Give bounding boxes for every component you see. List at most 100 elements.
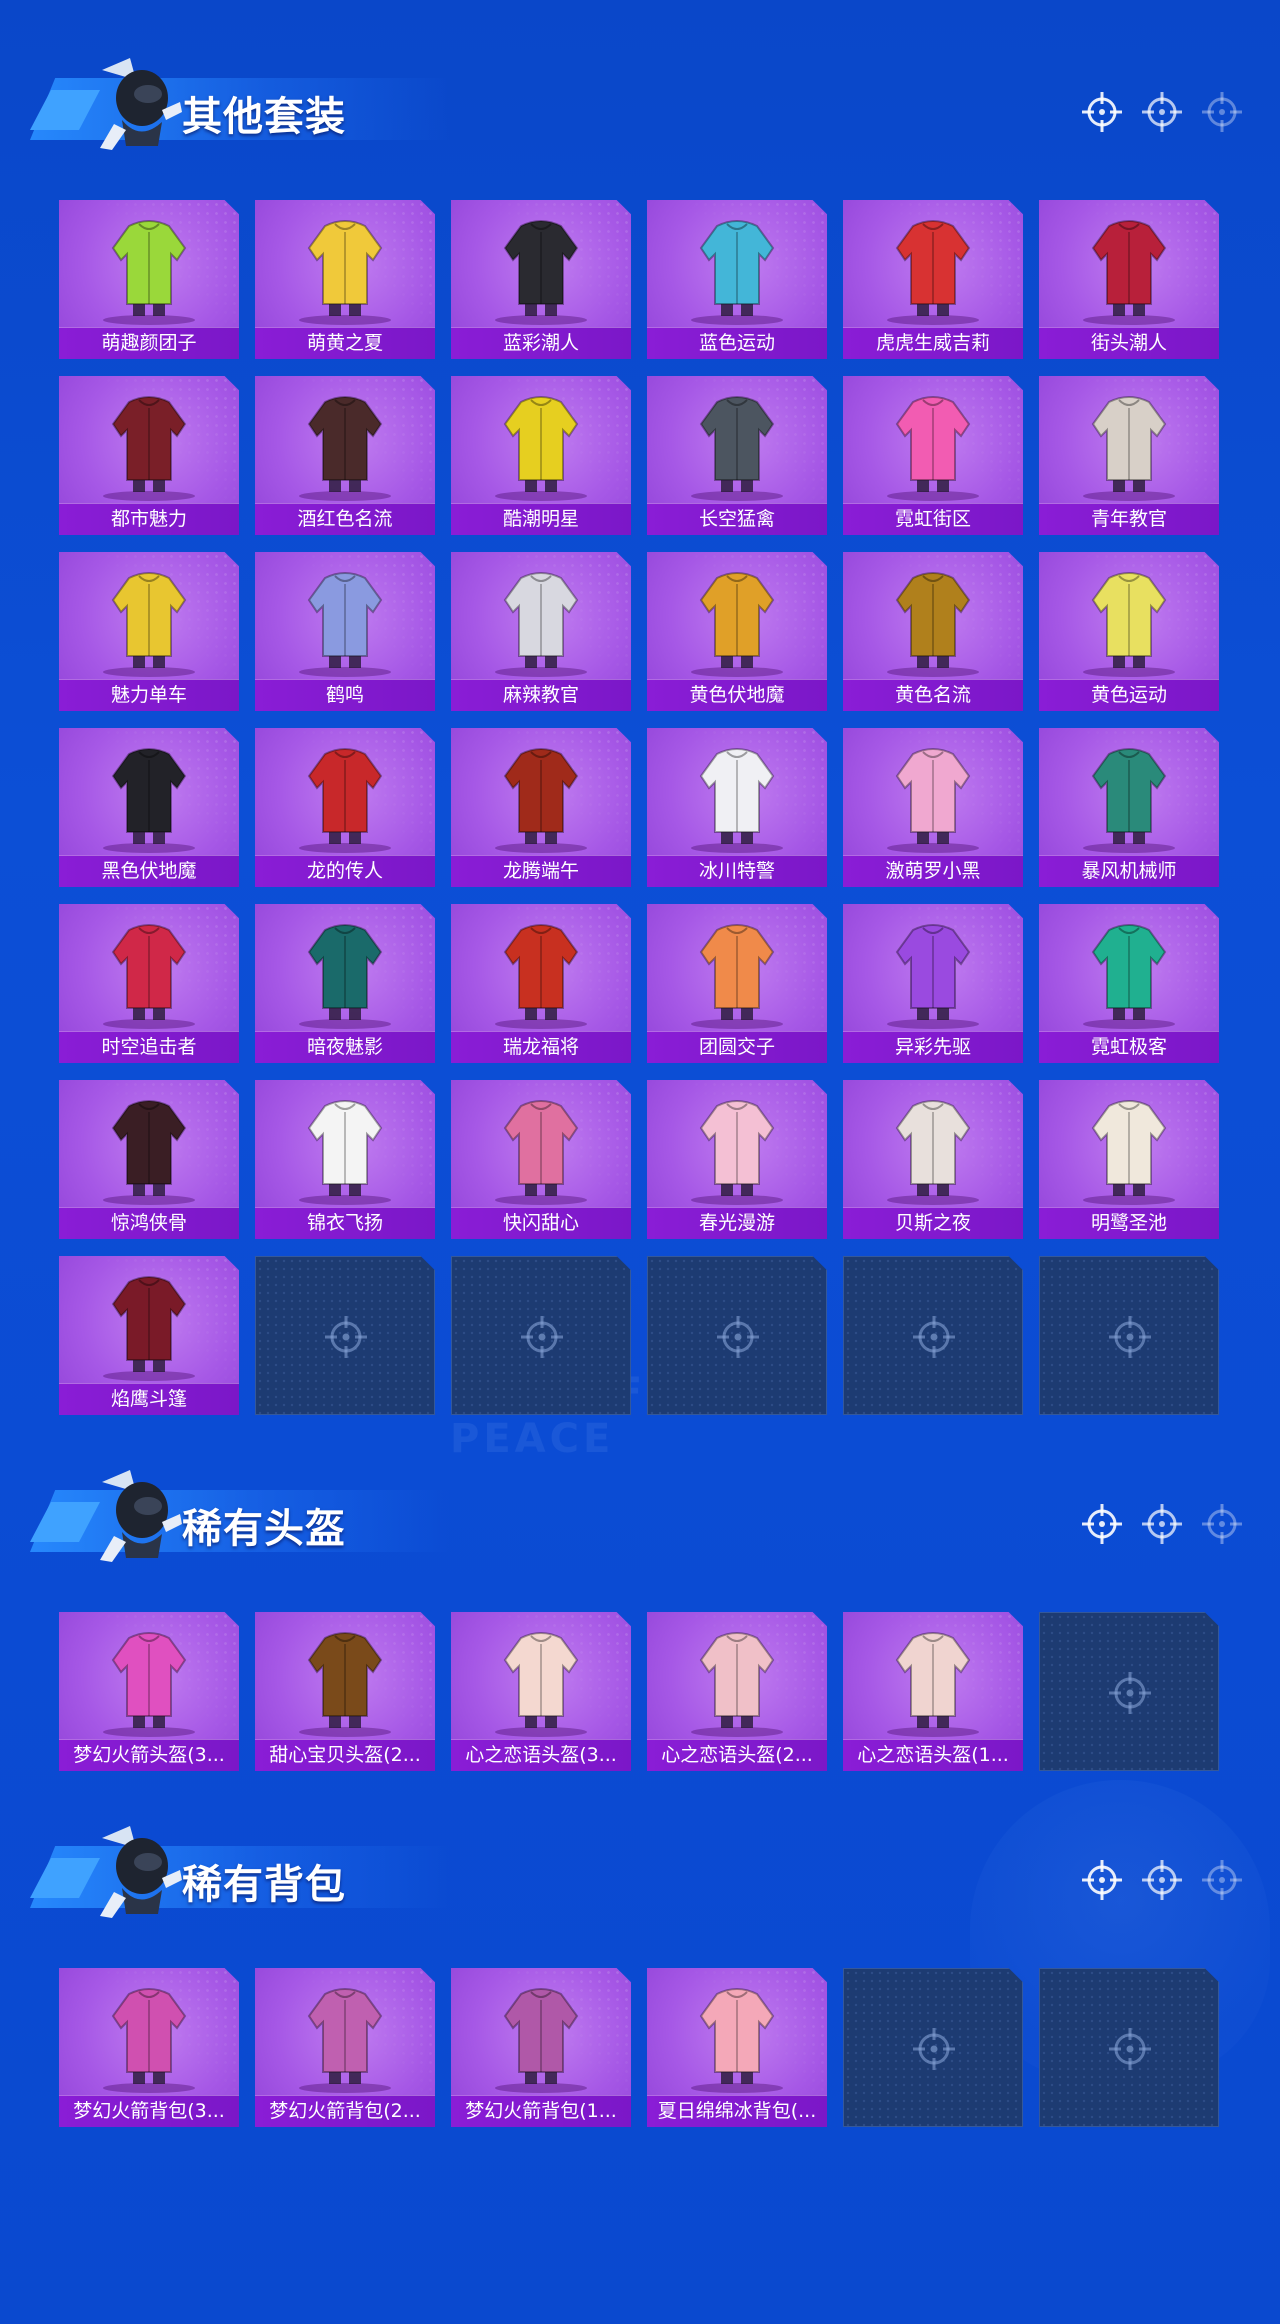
outfit-card[interactable]: 锦衣飞扬 (255, 1080, 435, 1239)
crosshair-icon (1080, 90, 1124, 134)
outfit-item-image (89, 384, 209, 502)
outfit-card[interactable]: 时空追击者 (59, 904, 239, 1063)
outfit-item-image (89, 1264, 209, 1382)
outfit-card[interactable]: 蓝彩潮人 (451, 200, 631, 359)
outfit-name: 贝斯之夜 (894, 1212, 971, 1234)
backpack-item-image (481, 1976, 601, 2094)
helmet-item-image (89, 1620, 209, 1738)
outfit-name: 快闪甜心 (502, 1212, 579, 1234)
helmet-card[interactable]: 心之恋语头盔(1... (843, 1612, 1023, 1771)
mascot-icon (92, 1462, 184, 1568)
outfit-name: 焰鹰斗篷 (110, 1388, 187, 1410)
outfit-card[interactable]: 魅力单车 (59, 552, 239, 711)
outfit-item-image (873, 1088, 993, 1206)
outfit-name: 蓝色运动 (698, 332, 775, 354)
outfit-card[interactable]: 冰川特警 (647, 728, 827, 887)
helmet-name: 梦幻火箭头盔(3... (73, 1744, 225, 1766)
outfit-card[interactable]: 异彩先驱 (843, 904, 1023, 1063)
empty-slot (843, 1968, 1023, 2127)
outfit-card[interactable]: 黄色名流 (843, 552, 1023, 711)
outfit-card[interactable]: 暴风机械师 (1039, 728, 1219, 887)
outfit-card[interactable]: 虎虎生威吉莉 (843, 200, 1023, 359)
outfit-name: 暗夜魅影 (306, 1036, 383, 1058)
outfit-item-image (89, 208, 209, 326)
helmet-card[interactable]: 甜心宝贝头盔(2... (255, 1612, 435, 1771)
outfit-name: 都市魅力 (110, 508, 187, 530)
outfit-item-image (89, 560, 209, 678)
backpack-card[interactable]: 夏日绵绵冰背包(... (647, 1968, 827, 2127)
crosshair-icon (1080, 1502, 1124, 1546)
outfit-item-image (873, 208, 993, 326)
outfit-card[interactable]: 霓虹街区 (843, 376, 1023, 535)
outfit-card[interactable]: 酷潮明星 (451, 376, 631, 535)
section-title: 其他套装 (182, 94, 346, 140)
outfit-card[interactable]: 霓虹极客 (1039, 904, 1219, 1063)
outfit-item-image (481, 560, 601, 678)
outfit-name: 异彩先驱 (894, 1036, 971, 1058)
outfit-name: 街头潮人 (1090, 332, 1167, 354)
outfit-card[interactable]: 春光漫游 (647, 1080, 827, 1239)
outfit-item-image (285, 208, 405, 326)
outfit-card[interactable]: 青年教官 (1039, 376, 1219, 535)
outfit-item-image (285, 384, 405, 502)
helmet-name: 心之恋语头盔(3... (465, 1744, 617, 1766)
outfit-card[interactable]: 酒红色名流 (255, 376, 435, 535)
outfit-card[interactable]: 蓝色运动 (647, 200, 827, 359)
helmet-card[interactable]: 心之恋语头盔(2... (647, 1612, 827, 1771)
outfit-card[interactable]: 麻辣教官 (451, 552, 631, 711)
outfit-item-image (481, 384, 601, 502)
outfit-card[interactable]: 瑞龙福将 (451, 904, 631, 1063)
crosshair-icon (1140, 1858, 1184, 1902)
crosshair-icon (1140, 1502, 1184, 1546)
outfit-card[interactable]: 贝斯之夜 (843, 1080, 1023, 1239)
backpack-card[interactable]: 梦幻火箭背包(3... (59, 1968, 239, 2127)
outfit-card[interactable]: 团圆交子 (647, 904, 827, 1063)
helmet-item-image (481, 1620, 601, 1738)
backpack-card[interactable]: 梦幻火箭背包(1... (451, 1968, 631, 2127)
outfit-card[interactable]: 明鹭圣池 (1039, 1080, 1219, 1239)
outfit-card[interactable]: 龙腾端午 (451, 728, 631, 887)
helmet-card[interactable]: 梦幻火箭头盔(3... (59, 1612, 239, 1771)
outfit-item-image (481, 912, 601, 1030)
outfit-name: 麻辣教官 (502, 684, 579, 706)
outfit-card[interactable]: 黄色伏地魔 (647, 552, 827, 711)
outfit-item-image (89, 736, 209, 854)
outfit-item-image (1069, 208, 1189, 326)
crosshair-placeholder-icon (909, 1312, 959, 1362)
mascot-icon (92, 50, 184, 156)
outfit-name: 虎虎生威吉莉 (875, 332, 990, 354)
empty-slot (255, 1256, 435, 1415)
outfit-card[interactable]: 街头潮人 (1039, 200, 1219, 359)
outfit-card[interactable]: 萌黄之夏 (255, 200, 435, 359)
empty-slot (647, 1256, 827, 1415)
outfit-card[interactable]: 快闪甜心 (451, 1080, 631, 1239)
helmet-name: 心之恋语头盔(1... (857, 1744, 1009, 1766)
empty-slot (1039, 1612, 1219, 1771)
backpack-name: 梦幻火箭背包(1... (465, 2100, 617, 2122)
crosshair-icon (1200, 90, 1244, 134)
crosshair-decoration (1080, 1502, 1270, 1546)
outfit-card[interactable]: 长空猛禽 (647, 376, 827, 535)
outfit-card[interactable]: 黑色伏地魔 (59, 728, 239, 887)
outfit-card[interactable]: 黄色运动 (1039, 552, 1219, 711)
outfit-card[interactable]: 惊鸿侠骨 (59, 1080, 239, 1239)
backpack-item-image (285, 1976, 405, 2094)
outfit-item-image (677, 736, 797, 854)
crosshair-icon (1200, 1858, 1244, 1902)
outfit-item-image (285, 736, 405, 854)
outfit-card[interactable]: 萌趣颜团子 (59, 200, 239, 359)
outfit-card[interactable]: 激萌罗小黑 (843, 728, 1023, 887)
outfit-item-image (677, 384, 797, 502)
outfit-card[interactable]: 龙的传人 (255, 728, 435, 887)
outfit-card[interactable]: 焰鹰斗篷 (59, 1256, 239, 1415)
section-header: 其他套装 (30, 50, 1270, 160)
outfit-name: 瑞龙福将 (502, 1036, 579, 1058)
crosshair-placeholder-icon (713, 1312, 763, 1362)
helmet-card[interactable]: 心之恋语头盔(3... (451, 1612, 631, 1771)
outfit-card[interactable]: 鹤鸣 (255, 552, 435, 711)
outfit-card[interactable]: 都市魅力 (59, 376, 239, 535)
outfit-card[interactable]: 暗夜魅影 (255, 904, 435, 1063)
backpack-card[interactable]: 梦幻火箭背包(2... (255, 1968, 435, 2127)
mascot-icon (92, 1818, 184, 1924)
outfit-item-image (873, 912, 993, 1030)
